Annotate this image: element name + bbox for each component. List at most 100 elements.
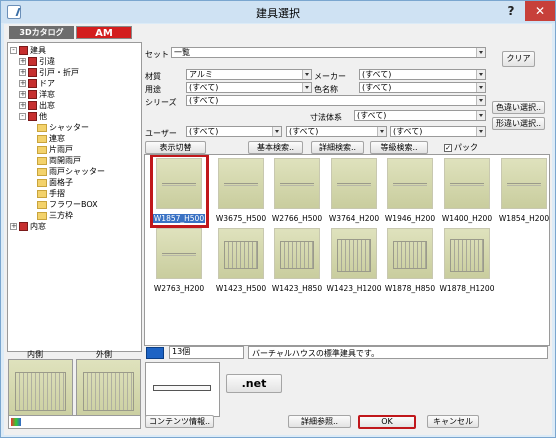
detail-search-button[interactable]: 詳細検索.. bbox=[311, 141, 364, 154]
tree-node[interactable]: 手摺 bbox=[28, 188, 65, 199]
item-caption[interactable]: W1854_H200 bbox=[492, 214, 549, 223]
color-variant-button[interactable]: 色違い選択.. bbox=[492, 101, 545, 114]
title-bar: 建具選択 ? ✕ bbox=[1, 1, 555, 23]
item-thumbnail[interactable] bbox=[444, 158, 490, 209]
help-button[interactable]: ? bbox=[498, 1, 524, 21]
item-caption[interactable]: W1946_H200 bbox=[378, 214, 442, 223]
item-thumbnail[interactable] bbox=[444, 228, 490, 279]
item-thumbnail[interactable] bbox=[501, 158, 547, 209]
usage-label: 用途 bbox=[145, 85, 161, 94]
tree-node[interactable]: 片雨戸 bbox=[28, 144, 73, 155]
clear-button[interactable]: クリア bbox=[502, 51, 535, 67]
tab-am[interactable]: AM bbox=[76, 26, 132, 39]
item-grid[interactable]: W1857_H500 W3675_H500 W2766_H500 W3764_H200… bbox=[144, 154, 550, 346]
tree-node[interactable]: + 内窓 bbox=[10, 221, 46, 232]
content-info-button[interactable]: コンテンツ情報.. bbox=[145, 415, 214, 428]
color-palette-bar[interactable] bbox=[8, 415, 141, 429]
item-caption[interactable]: W1423_H1200 bbox=[322, 284, 386, 293]
tree-node-label: 手摺 bbox=[49, 189, 65, 198]
book-icon bbox=[19, 46, 28, 55]
tab-3d-catalog[interactable]: 3Dカタログ bbox=[9, 26, 74, 39]
tree-node[interactable]: 雨戸シャッター bbox=[28, 166, 105, 177]
basic-search-button[interactable]: 基本検索.. bbox=[248, 141, 303, 154]
item-thumbnail[interactable] bbox=[156, 228, 202, 279]
item-caption[interactable]: W1878_H850 bbox=[378, 284, 442, 293]
tree-node-label: 片雨戸 bbox=[49, 145, 73, 154]
expand-toggle-icon[interactable]: + bbox=[19, 91, 26, 98]
item-caption[interactable]: W1423_H850 bbox=[265, 284, 329, 293]
tree-node[interactable]: + 引違 bbox=[19, 56, 55, 67]
item-caption[interactable]: W2766_H500 bbox=[265, 214, 329, 223]
close-button[interactable]: ✕ bbox=[525, 1, 555, 21]
fence-shape bbox=[450, 183, 484, 186]
item-preview bbox=[145, 362, 220, 417]
maker-combo[interactable]: (すべて) bbox=[359, 69, 486, 80]
tree-node[interactable]: 三方枠 bbox=[28, 210, 73, 221]
tree-node[interactable]: 両開雨戸 bbox=[28, 155, 81, 166]
item-thumbnail[interactable] bbox=[274, 158, 320, 209]
fence-shape bbox=[280, 241, 314, 269]
tree-node[interactable]: - 建具 bbox=[10, 45, 46, 56]
book-icon bbox=[28, 57, 37, 66]
fence-shape bbox=[224, 241, 258, 269]
expand-toggle-icon[interactable]: + bbox=[19, 80, 26, 87]
expand-toggle-icon[interactable]: - bbox=[19, 113, 26, 120]
net-button[interactable]: .net bbox=[226, 374, 282, 393]
usage-combo[interactable]: (すべて) bbox=[186, 82, 312, 93]
expand-toggle-icon[interactable]: + bbox=[19, 102, 26, 109]
tree-node[interactable]: + 出窓 bbox=[19, 100, 55, 111]
tree-node-label: 出窓 bbox=[39, 101, 55, 110]
user-combo-1[interactable]: (すべて) bbox=[186, 126, 282, 137]
item-thumbnail[interactable] bbox=[218, 228, 264, 279]
item-thumbnail[interactable] bbox=[274, 228, 320, 279]
user-combo-2[interactable]: (すべて) bbox=[286, 126, 387, 137]
dialog-client: 3Dカタログ AM - 建具 + 引違 + 引戸・折戸 + ドア + 洋窓 + 出窓 - 他シャッター 連窓… bbox=[4, 24, 552, 435]
expand-toggle-icon[interactable]: + bbox=[19, 58, 26, 65]
detail-reference-button[interactable]: 詳細参照.. bbox=[288, 415, 351, 428]
pack-checkbox[interactable]: ✓ パック bbox=[444, 142, 478, 153]
expand-toggle-icon[interactable]: + bbox=[10, 223, 17, 230]
expand-toggle-icon[interactable]: + bbox=[19, 69, 26, 76]
tree-node[interactable]: フラワーBOX bbox=[28, 199, 98, 210]
item-caption[interactable]: W1423_H500 bbox=[209, 284, 273, 293]
fence-shape bbox=[162, 253, 196, 256]
shape-variant-button[interactable]: 形違い選択.. bbox=[492, 117, 545, 130]
user-combo-3[interactable]: (すべて) bbox=[390, 126, 486, 137]
item-caption[interactable]: W2763_H200 bbox=[147, 284, 211, 293]
expand-toggle-icon[interactable]: - bbox=[10, 47, 17, 54]
item-thumbnail[interactable] bbox=[331, 228, 377, 279]
fence-shape bbox=[450, 239, 484, 272]
item-caption[interactable]: W3675_H500 bbox=[209, 214, 273, 223]
item-caption[interactable]: W3764_H200 bbox=[322, 214, 386, 223]
tree-node[interactable]: 面格子 bbox=[28, 177, 73, 188]
item-thumbnail[interactable] bbox=[387, 228, 433, 279]
grade-search-button[interactable]: 等級検索.. bbox=[370, 141, 428, 154]
window-title: 建具選択 bbox=[256, 7, 300, 20]
view-toggle-button[interactable]: 表示切替 bbox=[145, 141, 206, 154]
tree-node[interactable]: + 引戸・折戸 bbox=[19, 67, 79, 78]
ok-button[interactable]: OK bbox=[358, 415, 416, 429]
material-combo[interactable]: アルミ bbox=[186, 69, 312, 80]
item-thumbnail[interactable] bbox=[331, 158, 377, 209]
category-tree[interactable]: - 建具 + 引違 + 引戸・折戸 + ドア + 洋窓 + 出窓 - 他シャッター 連窓 片雨戸 両開雨戸 雨戸シ… bbox=[7, 42, 142, 352]
set-combo[interactable]: 一覧 bbox=[171, 47, 486, 58]
series-combo[interactable]: (すべて) bbox=[186, 95, 486, 106]
item-thumbnail[interactable] bbox=[218, 158, 264, 209]
fence-shape bbox=[393, 241, 427, 269]
color-name-combo[interactable]: (すべて) bbox=[359, 82, 486, 93]
user-label: ユーザー bbox=[145, 129, 177, 138]
size-system-combo[interactable]: (すべて) bbox=[354, 110, 486, 121]
tree-node[interactable]: -他 bbox=[19, 111, 47, 122]
tree-node-label: 内窓 bbox=[30, 222, 46, 231]
tree-node[interactable]: 連窓 bbox=[28, 133, 65, 144]
item-caption[interactable]: W1878_H1200 bbox=[435, 284, 499, 293]
tree-node[interactable]: シャッター bbox=[28, 122, 89, 133]
tree-node[interactable]: + 洋窓 bbox=[19, 89, 55, 100]
tree-node[interactable]: + ドア bbox=[19, 78, 55, 89]
item-thumbnail[interactable] bbox=[387, 158, 433, 209]
fence-shape bbox=[507, 183, 541, 186]
item-caption[interactable]: W1400_H200 bbox=[435, 214, 499, 223]
folder-icon bbox=[37, 211, 47, 220]
folder-icon bbox=[37, 123, 47, 132]
cancel-button[interactable]: キャンセル bbox=[427, 415, 479, 428]
